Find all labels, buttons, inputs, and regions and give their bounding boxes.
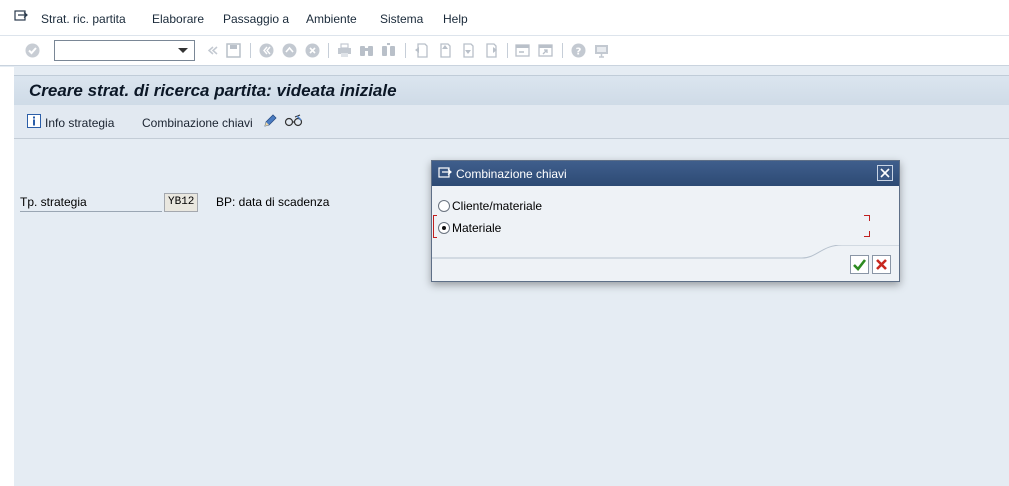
svg-text:?: ? bbox=[576, 47, 582, 58]
first-page-icon[interactable] bbox=[413, 42, 430, 59]
menu-item-sistema[interactable]: Sistema bbox=[380, 12, 423, 26]
dialog-close-button[interactable] bbox=[877, 165, 893, 181]
pencil-icon[interactable] bbox=[262, 113, 278, 129]
confirm-button[interactable] bbox=[850, 255, 869, 274]
checkmark-icon bbox=[853, 259, 867, 271]
find-next-icon[interactable] bbox=[380, 42, 397, 59]
key-combination-button[interactable]: Combinazione chiavi bbox=[142, 116, 253, 130]
command-input[interactable] bbox=[55, 41, 173, 60]
layout-icon[interactable] bbox=[593, 42, 610, 59]
enter-icon[interactable] bbox=[24, 42, 41, 59]
radio-material-label[interactable]: Materiale bbox=[452, 221, 501, 235]
standard-toolbar: ? bbox=[0, 36, 1009, 66]
menu-item-ambiente[interactable]: Ambiente bbox=[306, 12, 357, 26]
print-icon[interactable] bbox=[336, 42, 353, 59]
radio-customer-material[interactable] bbox=[438, 200, 450, 212]
dialog-menu-icon[interactable] bbox=[438, 167, 452, 179]
menu-bar: Strat. ric. partita Elaborare Passaggio … bbox=[0, 0, 1009, 36]
page-title: Creare strat. di ricerca partita: videat… bbox=[29, 81, 397, 100]
last-page-icon[interactable] bbox=[482, 42, 499, 59]
help-icon[interactable]: ? bbox=[570, 42, 587, 59]
dialog-title: Combinazione chiavi bbox=[456, 167, 567, 181]
cancel-x-icon bbox=[876, 259, 887, 270]
menu-item-passaggio[interactable]: Passaggio a bbox=[223, 12, 289, 26]
radio-customer-material-label[interactable]: Cliente/materiale bbox=[452, 199, 542, 213]
strategy-type-label: Tp. strategia bbox=[20, 195, 162, 212]
menu-item-elaborare[interactable]: Elaborare bbox=[152, 12, 204, 26]
back-nav-icon[interactable] bbox=[258, 42, 275, 59]
dialog-footer bbox=[432, 245, 899, 281]
strategy-type-field[interactable]: YB12 bbox=[164, 193, 198, 212]
dialog-title-bar[interactable]: Combinazione chiavi bbox=[432, 161, 899, 186]
key-combination-dialog: Combinazione chiavi Cliente/materiale Ma… bbox=[431, 160, 900, 282]
application-toolbar: Info strategia Combinazione chiavi bbox=[14, 105, 1009, 139]
new-session-icon[interactable] bbox=[514, 42, 531, 59]
app-menu-icon[interactable] bbox=[14, 10, 28, 22]
command-field[interactable] bbox=[54, 40, 195, 61]
close-icon[interactable] bbox=[878, 166, 892, 180]
save-icon[interactable] bbox=[225, 42, 242, 59]
cancel-button[interactable] bbox=[872, 255, 891, 274]
screen-title-bar: Creare strat. di ricerca partita: videat… bbox=[14, 75, 1009, 105]
find-icon[interactable] bbox=[358, 42, 375, 59]
info-icon[interactable] bbox=[27, 114, 41, 128]
back-icon[interactable] bbox=[204, 42, 221, 59]
info-strategy-button[interactable]: Info strategia bbox=[45, 116, 114, 130]
display-change-icon[interactable] bbox=[284, 114, 304, 128]
radio-material[interactable] bbox=[438, 222, 450, 234]
prev-page-icon[interactable] bbox=[436, 42, 453, 59]
exit-icon[interactable] bbox=[281, 42, 298, 59]
next-page-icon[interactable] bbox=[459, 42, 476, 59]
strategy-description: BP: data di scadenza bbox=[216, 195, 330, 209]
chevron-down-icon[interactable] bbox=[178, 48, 188, 53]
menu-item-strat[interactable]: Strat. ric. partita bbox=[41, 12, 126, 26]
shortcut-icon[interactable] bbox=[537, 42, 554, 59]
menu-item-help[interactable]: Help bbox=[443, 12, 468, 26]
left-strip bbox=[0, 67, 14, 486]
cancel-icon[interactable] bbox=[304, 42, 321, 59]
